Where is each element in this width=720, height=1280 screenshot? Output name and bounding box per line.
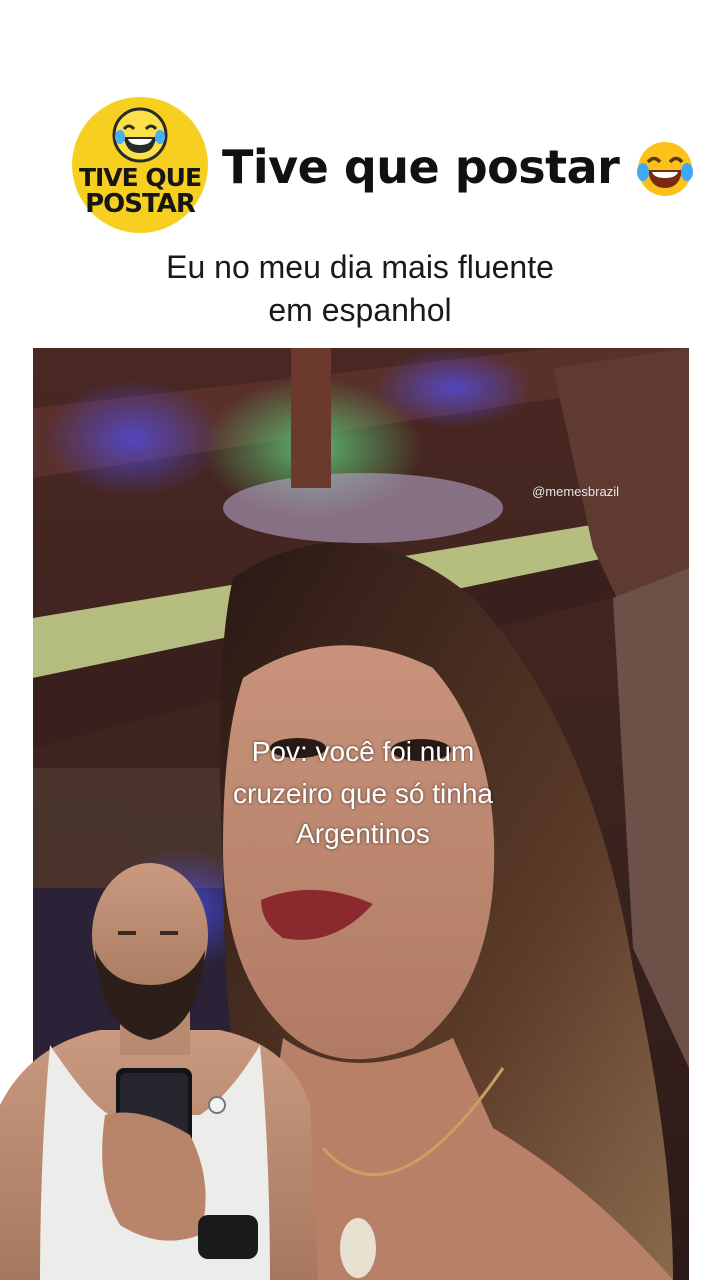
overlay-text-line2: cruzeiro que só tinha [233,778,493,809]
page-title: Tive que postar [222,140,620,194]
watermark-text: @memesbrazil [532,484,619,499]
logo-text-line2: POSTAR [85,189,196,219]
overlay-text-line1: Pov: você foi num [251,736,475,767]
caption-line2: em espanhol [268,292,452,328]
overlay-text-line3: Argentinos [296,818,430,849]
reactor-video-overlay [0,863,318,1280]
caption-line1: Eu no meu dia mais fluente [166,249,554,285]
laughing-tears-emoji-icon [637,142,693,196]
laughing-emoji-icon [112,107,168,163]
logo-text-line1: TIVE QUE [78,163,202,192]
channel-logo: TIVE QUE POSTAR [72,97,208,233]
